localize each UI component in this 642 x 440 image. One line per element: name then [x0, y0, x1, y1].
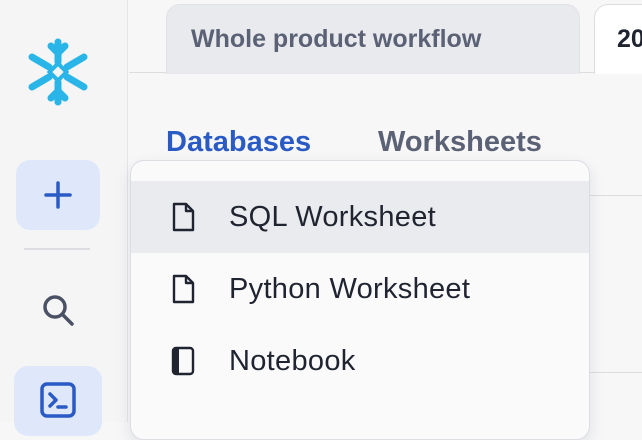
worksheets-nav-button[interactable]: [14, 366, 102, 436]
tab-databases[interactable]: Databases: [166, 126, 311, 159]
tab-worksheets[interactable]: Worksheets: [378, 126, 542, 159]
divider: [590, 372, 642, 373]
snowflake-icon[interactable]: [22, 36, 94, 108]
menu-item-python-worksheet[interactable]: Python Worksheet: [131, 253, 589, 325]
tab-label: Whole product workflow: [191, 25, 482, 53]
create-dropdown-menu: SQL Worksheet Python Worksheet Notebook: [130, 160, 590, 440]
file-icon: [172, 274, 195, 304]
tab-whole-product-workflow[interactable]: Whole product workflow: [166, 4, 580, 74]
tab-active[interactable]: 20: [594, 4, 642, 74]
left-rail: [0, 0, 128, 436]
menu-item-label: Notebook: [229, 344, 356, 377]
search-icon: [43, 295, 74, 326]
notebook-icon: [171, 346, 195, 376]
tab-label: 20: [617, 25, 642, 53]
add-button[interactable]: [16, 160, 100, 230]
menu-item-sql-worksheet[interactable]: SQL Worksheet: [131, 181, 589, 253]
rail-divider: [24, 248, 90, 250]
file-icon: [172, 202, 195, 232]
menu-item-notebook[interactable]: Notebook: [131, 325, 589, 397]
terminal-icon: [40, 382, 76, 418]
divider: [590, 195, 642, 196]
plus-icon: [44, 181, 72, 209]
menu-item-label: SQL Worksheet: [229, 200, 436, 233]
menu-item-label: Python Worksheet: [229, 272, 471, 305]
search-button[interactable]: [36, 288, 80, 332]
